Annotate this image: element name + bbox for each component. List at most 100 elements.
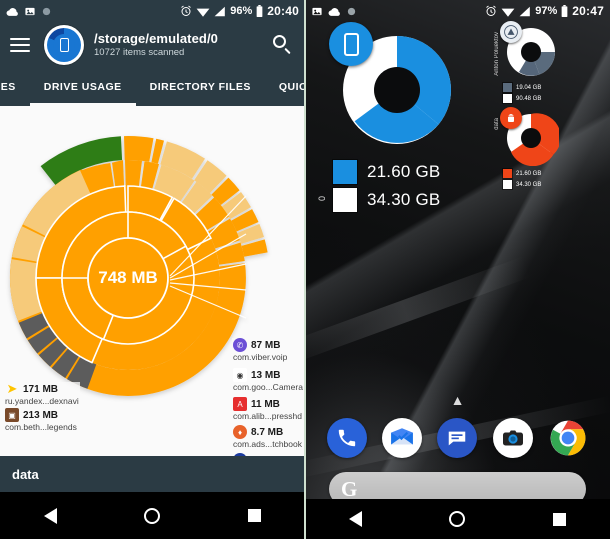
viber-icon: ✆ <box>233 338 247 352</box>
chart-center-label: 748 MB <box>98 268 158 287</box>
yandex-disk-donut[interactable] <box>500 21 559 80</box>
back-button[interactable] <box>348 511 362 527</box>
label-package: com.ads...tchbook <box>233 439 302 449</box>
legend-value-free: 90.48 GB <box>516 95 542 102</box>
dual-phone-screenshot: 96% 20:40 /storage/emulated/0 10727 item… <box>0 0 610 539</box>
battery-percent: 97% <box>535 5 558 17</box>
wifi-icon <box>196 8 210 17</box>
label-amount: 13 MB <box>251 369 281 381</box>
chart-label-legends[interactable]: ▣ 213 MB com.beth...legends <box>4 408 78 432</box>
right-phone-screen: 97% 20:47 21.60 GB 34.30 GB 0 19.04 GB 9… <box>305 0 610 539</box>
widget-yandex-vertical-label: Anton Poluektov <box>494 32 500 76</box>
tab-drive-usage[interactable]: DRIVE USAGE <box>29 68 136 106</box>
status-clock: 20:40 <box>267 4 299 18</box>
droid-icon: ☺ <box>233 453 247 456</box>
recents-button[interactable] <box>553 512 567 526</box>
label-package: com.viber.voip <box>233 352 288 362</box>
inbox-mail-icon <box>391 428 413 445</box>
phone-glyph-icon <box>343 32 359 56</box>
back-button[interactable] <box>43 507 57 524</box>
alarm-icon <box>181 5 192 16</box>
search-icon[interactable] <box>271 33 295 57</box>
chart-label-yandex-navi[interactable]: ➤ 171 MB ru.yandex...dexnavi <box>4 381 80 406</box>
circle-icon <box>42 7 51 15</box>
messages-icon <box>449 431 466 446</box>
legend-swatch-used <box>503 169 512 178</box>
phone-app[interactable] <box>326 418 367 458</box>
label-amount: 11 MB <box>251 398 280 410</box>
data-partition-donut[interactable] <box>500 107 561 167</box>
phone-icon <box>338 429 355 447</box>
alarm-icon <box>486 5 497 16</box>
yandex-disk-icon <box>500 21 522 43</box>
inbox-app[interactable] <box>382 418 423 458</box>
signal-icon <box>214 6 226 16</box>
legend-row: 21.60 GB <box>333 160 463 184</box>
chart-label-camera[interactable]: ◉ 13 MB com.goo...Camera <box>232 368 304 392</box>
signal-icon <box>519 6 531 16</box>
aliexpress-icon: A <box>233 397 247 411</box>
label-amount: 171 MB <box>23 383 59 395</box>
tab-bar: AGES DRIVE USAGE DIRECTORY FILES QUICK S… <box>0 68 305 106</box>
legend-value-used: 21.60 GB <box>367 162 441 181</box>
label-package: ru.yandex...dexnavi <box>5 396 79 406</box>
disk-usage-app-icon <box>44 25 84 65</box>
yandex-navi-icon: ➤ <box>6 381 18 396</box>
ring3-c <box>125 159 142 187</box>
cloud-icon <box>328 7 340 16</box>
google-g-icon: G <box>341 476 358 501</box>
widget-phone-storage[interactable]: 21.60 GB 34.30 GB 0 <box>317 22 463 216</box>
home-button[interactable] <box>449 511 466 527</box>
widget-yandex-disk[interactable]: 19.04 GB 90.48 GB Anton Poluektov <box>494 21 559 105</box>
bottom-path-bar[interactable]: data <box>0 456 305 492</box>
yandex-widget-legend: 19.04 GB 90.48 GB <box>503 83 559 103</box>
legend-row: 19.04 GB <box>503 83 559 92</box>
legend-value-free: 34.30 GB <box>516 181 542 188</box>
legend-swatch-used <box>333 160 357 184</box>
chart-label-aliexpress[interactable]: A 11 MB com.alib...presshd <box>232 397 303 421</box>
battery-icon <box>256 5 263 17</box>
chart-label-droid[interactable]: ☺ 223 MB com.dro...android <box>232 453 301 456</box>
recents-button[interactable] <box>248 509 262 522</box>
legend-swatch-free <box>503 180 512 189</box>
status-notification-icons <box>6 6 52 17</box>
chart-label-viber[interactable]: ✆ 87 MB com.viber.voip <box>232 338 289 362</box>
tab-packages[interactable]: AGES <box>0 68 30 106</box>
label-amount: 8.7 MB <box>251 426 284 438</box>
left-phone-screen: 96% 20:40 /storage/emulated/0 10727 item… <box>0 0 305 539</box>
battery-percent: 96% <box>230 5 253 17</box>
label-amount: 213 MB <box>23 409 59 421</box>
phone-storage-donut[interactable] <box>329 22 461 154</box>
widget-data-vertical-label: data <box>494 118 500 130</box>
widget-main-vertical-label: 0 <box>317 196 327 202</box>
tab-quick-search[interactable]: QUICK SEARC <box>265 68 305 106</box>
camera-app[interactable] <box>492 418 533 458</box>
legend-value-used: 21.60 GB <box>516 170 542 177</box>
chrome-app[interactable] <box>548 418 588 458</box>
phone-glyph-icon <box>59 38 69 52</box>
legend-row: 21.60 GB <box>503 169 559 178</box>
home-button[interactable] <box>144 507 161 524</box>
tab-directory-files[interactable]: DIRECTORY FILES <box>136 68 265 106</box>
right-status-bar: 97% 20:47 <box>305 0 610 22</box>
legend-row: 34.30 GB <box>333 188 463 212</box>
game-icon: ▣ <box>5 408 19 422</box>
hamburger-menu-icon[interactable] <box>10 38 30 52</box>
legend-row: 90.48 GB <box>503 94 559 103</box>
app-drawer-chevron-up-icon[interactable]: ▲ <box>305 392 610 408</box>
status-system-icons: 97% 20:47 <box>485 4 604 18</box>
chart-label-ads[interactable]: ♦ 8.7 MB com.ads...tchbook <box>232 425 303 449</box>
dock <box>305 418 610 458</box>
drive-usage-chart-area: 748 MB ✆ 87 MB com.viber.voip ◉ 13 MB co… <box>0 106 305 456</box>
legend-swatch-used <box>503 83 512 92</box>
widget-data-partition[interactable]: 21.60 GB 34.30 GB data <box>494 107 561 191</box>
legend-row: 34.30 GB <box>503 180 559 189</box>
messages-app[interactable] <box>437 418 478 458</box>
status-clock: 20:47 <box>572 4 604 18</box>
phone-divider <box>304 0 306 539</box>
path-title-wrapper: /storage/emulated/0 10727 items scanned <box>94 31 218 59</box>
status-notification-icons <box>311 6 357 17</box>
status-system-icons: 96% 20:40 <box>180 4 299 18</box>
left-nav-bar <box>0 492 305 539</box>
ring3-b <box>112 160 125 189</box>
